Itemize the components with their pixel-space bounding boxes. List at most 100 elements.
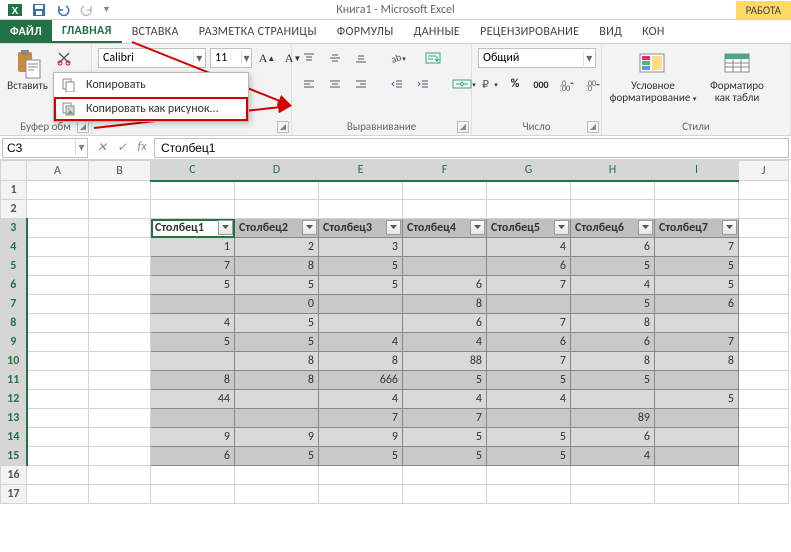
number-format-combo[interactable]: ▾ xyxy=(478,48,596,68)
table-cell[interactable]: 5 xyxy=(571,295,655,314)
cancel-formula-icon[interactable]: ✕ xyxy=(94,140,110,155)
table-cell[interactable]: 5 xyxy=(151,333,235,352)
table-cell[interactable]: 8 xyxy=(403,295,487,314)
row-header[interactable]: 17 xyxy=(1,485,27,504)
table-cell[interactable]: 9 xyxy=(235,428,319,447)
table-cell[interactable]: 2 xyxy=(235,238,319,257)
cell[interactable] xyxy=(739,276,789,295)
tab-insert[interactable]: ВСТАВКА xyxy=(122,20,189,43)
table-cell[interactable]: 8 xyxy=(235,352,319,371)
table-cell[interactable] xyxy=(151,409,235,428)
table-cell[interactable]: 8 xyxy=(319,352,403,371)
redo-icon[interactable] xyxy=(78,1,96,19)
tab-file[interactable]: ФАЙЛ xyxy=(0,20,52,43)
table-header-cell[interactable]: Столбец7 xyxy=(655,219,739,238)
cell[interactable] xyxy=(739,447,789,466)
column-header[interactable]: H xyxy=(571,161,655,181)
table-cell[interactable]: 8 xyxy=(151,371,235,390)
menu-copy[interactable]: Копировать xyxy=(54,73,248,97)
cut-button[interactable] xyxy=(53,48,75,68)
table-cell[interactable] xyxy=(655,409,739,428)
undo-icon[interactable] xyxy=(54,1,72,19)
cell[interactable] xyxy=(89,428,151,447)
cell[interactable] xyxy=(487,466,571,485)
conditional-formatting-button[interactable]: Условноеформатирование ▾ xyxy=(608,48,698,105)
formula-bar[interactable] xyxy=(154,138,789,158)
cell[interactable] xyxy=(89,466,151,485)
table-header-cell[interactable]: Столбец3 xyxy=(319,219,403,238)
cell[interactable] xyxy=(89,333,151,352)
table-cell[interactable]: 5 xyxy=(655,276,739,295)
table-cell[interactable]: 5 xyxy=(319,276,403,295)
table-cell[interactable]: 7 xyxy=(655,238,739,257)
clipboard-dialog-launcher[interactable]: ◢ xyxy=(77,121,89,133)
row-header[interactable]: 13 xyxy=(1,409,27,428)
cell[interactable] xyxy=(27,409,89,428)
table-cell[interactable] xyxy=(571,390,655,409)
row-header[interactable]: 4 xyxy=(1,238,27,257)
table-cell[interactable]: 6 xyxy=(151,447,235,466)
table-cell[interactable] xyxy=(319,295,403,314)
cell[interactable] xyxy=(27,238,89,257)
row-header[interactable]: 6 xyxy=(1,276,27,295)
table-header-cell[interactable]: Столбец5 xyxy=(487,219,571,238)
table-cell[interactable] xyxy=(319,314,403,333)
table-cell[interactable] xyxy=(151,295,235,314)
table-cell[interactable]: 4 xyxy=(151,314,235,333)
row-header[interactable]: 5 xyxy=(1,257,27,276)
row-header[interactable]: 9 xyxy=(1,333,27,352)
cell[interactable] xyxy=(89,447,151,466)
table-cell[interactable]: 7 xyxy=(487,276,571,295)
cell[interactable] xyxy=(319,466,403,485)
comma-format-button[interactable]: 000 xyxy=(530,74,552,94)
column-header[interactable]: C xyxy=(151,161,235,181)
cell[interactable] xyxy=(739,352,789,371)
table-cell[interactable] xyxy=(487,295,571,314)
filter-button[interactable] xyxy=(722,220,737,235)
chevron-down-icon[interactable]: ▾ xyxy=(193,51,205,66)
table-cell[interactable]: 3 xyxy=(319,238,403,257)
table-cell[interactable]: 9 xyxy=(319,428,403,447)
alignment-dialog-launcher[interactable]: ◢ xyxy=(457,121,469,133)
column-header[interactable]: J xyxy=(739,161,789,181)
font-size-input[interactable] xyxy=(211,51,241,65)
cell[interactable] xyxy=(151,181,235,200)
column-header[interactable]: G xyxy=(487,161,571,181)
cell[interactable] xyxy=(403,181,487,200)
row-header[interactable]: 14 xyxy=(1,428,27,447)
table-cell[interactable] xyxy=(403,238,487,257)
table-cell[interactable]: 5 xyxy=(235,447,319,466)
table-header-cell[interactable]: Столбец1 xyxy=(151,219,235,238)
enter-formula-icon[interactable]: ✓ xyxy=(114,140,130,155)
cell[interactable] xyxy=(739,219,789,238)
cell[interactable] xyxy=(89,238,151,257)
cell[interactable] xyxy=(27,295,89,314)
table-cell[interactable] xyxy=(655,447,739,466)
table-cell[interactable]: 7 xyxy=(151,257,235,276)
align-top-button[interactable] xyxy=(298,48,320,68)
cell[interactable] xyxy=(655,485,739,504)
cell[interactable] xyxy=(403,485,487,504)
column-header[interactable]: D xyxy=(235,161,319,181)
cell[interactable] xyxy=(27,352,89,371)
table-cell[interactable]: 4 xyxy=(319,333,403,352)
table-cell[interactable]: 5 xyxy=(319,257,403,276)
table-cell[interactable]: 1 xyxy=(151,238,235,257)
table-cell[interactable]: 7 xyxy=(655,333,739,352)
column-header[interactable]: A xyxy=(27,161,89,181)
table-cell[interactable]: 4 xyxy=(319,390,403,409)
cell[interactable] xyxy=(89,295,151,314)
table-cell[interactable]: 8 xyxy=(571,352,655,371)
percent-format-button[interactable]: % xyxy=(504,74,526,94)
table-cell[interactable]: 0 xyxy=(235,295,319,314)
cell[interactable] xyxy=(571,466,655,485)
font-size-combo[interactable]: ▾ xyxy=(210,48,252,68)
table-cell[interactable]: 8 xyxy=(571,314,655,333)
table-cell[interactable]: 4 xyxy=(487,238,571,257)
table-cell[interactable]: 5 xyxy=(487,428,571,447)
cell[interactable] xyxy=(739,314,789,333)
cell[interactable] xyxy=(739,485,789,504)
cell[interactable] xyxy=(27,371,89,390)
row-header[interactable]: 7 xyxy=(1,295,27,314)
align-center-button[interactable] xyxy=(324,74,346,94)
